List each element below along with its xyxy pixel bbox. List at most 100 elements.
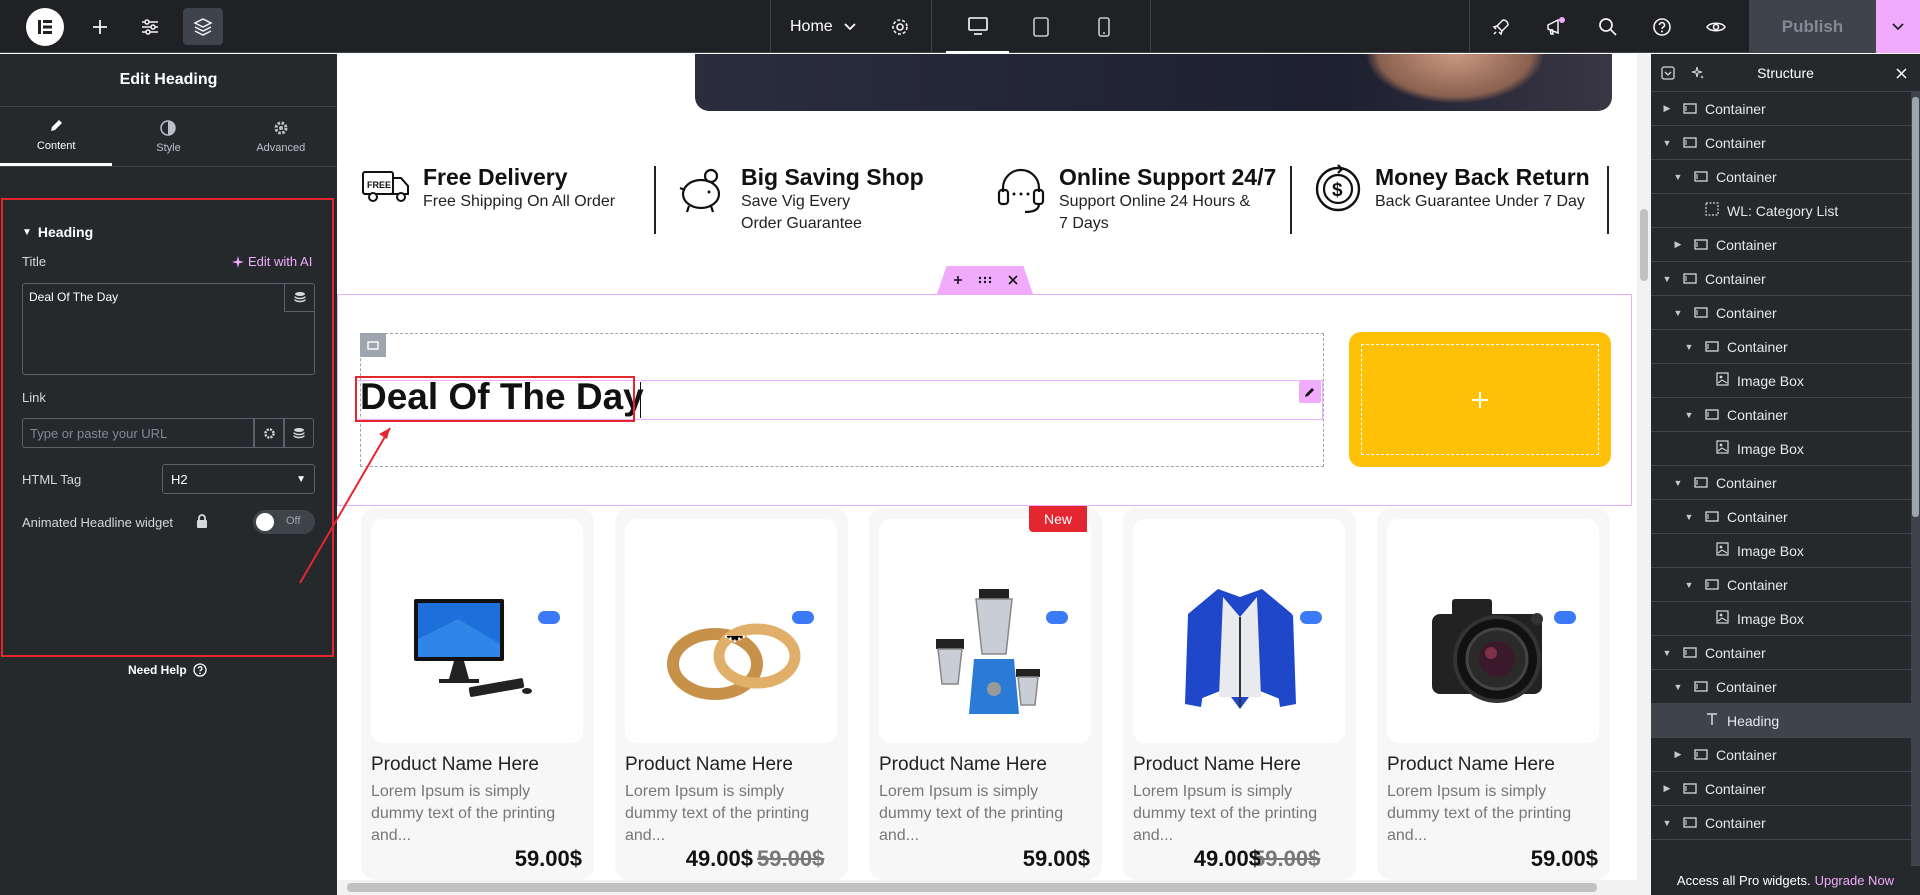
caret-down-icon[interactable]: ▼ bbox=[1672, 172, 1684, 182]
structure-row[interactable]: ▶ Container bbox=[1651, 738, 1911, 772]
page-select[interactable]: Home bbox=[790, 0, 857, 53]
structure-row[interactable]: ▶ Container bbox=[1651, 228, 1911, 262]
caret-down-icon[interactable]: ▼ bbox=[1661, 648, 1673, 658]
caret-right-icon[interactable]: ▶ bbox=[1672, 239, 1684, 250]
yellow-container[interactable] bbox=[1349, 332, 1611, 467]
help-button[interactable] bbox=[1642, 0, 1682, 53]
hero-image-detail bbox=[1365, 54, 1545, 104]
caret-down-icon[interactable]: ▼ bbox=[1672, 682, 1684, 692]
structure-row[interactable]: Image Box bbox=[1651, 432, 1911, 466]
color-swatch[interactable] bbox=[792, 611, 814, 624]
tab-content[interactable]: Content bbox=[0, 107, 113, 166]
preview-button[interactable] bbox=[1696, 0, 1736, 53]
caret-down-icon[interactable]: ▼ bbox=[1683, 342, 1695, 352]
caret-down-icon[interactable]: ▼ bbox=[1672, 478, 1684, 488]
launch-button[interactable] bbox=[1481, 0, 1521, 53]
product-name[interactable]: Product Name Here bbox=[625, 754, 793, 776]
scrollbar-thumb[interactable] bbox=[347, 883, 1597, 892]
close-icon[interactable] bbox=[1896, 68, 1907, 79]
container-handle[interactable] bbox=[937, 266, 1033, 294]
ai-sparkle-icon[interactable] bbox=[1691, 66, 1705, 80]
elementor-logo-button[interactable] bbox=[26, 8, 64, 46]
edit-heading-button[interactable] bbox=[1299, 381, 1321, 403]
tab-advanced[interactable]: Advanced bbox=[225, 107, 337, 166]
svg-text:FREE: FREE bbox=[367, 180, 391, 190]
structure-row[interactable]: ▼ Container bbox=[1651, 636, 1911, 670]
structure-scrollbar[interactable] bbox=[1911, 92, 1920, 866]
search-button[interactable] bbox=[1588, 0, 1628, 53]
color-swatch[interactable] bbox=[1300, 611, 1322, 624]
structure-row[interactable]: Heading bbox=[1651, 704, 1911, 738]
caret-down-icon[interactable]: ▼ bbox=[1672, 308, 1684, 318]
mobile-view-button[interactable] bbox=[1072, 0, 1135, 53]
collapse-all-icon[interactable] bbox=[1661, 66, 1675, 80]
caret-down-icon[interactable]: ▼ bbox=[1661, 138, 1673, 148]
structure-row[interactable]: ▼ Container bbox=[1651, 262, 1911, 296]
structure-row[interactable]: ▼ Container bbox=[1651, 126, 1911, 160]
drag-handle-icon[interactable] bbox=[978, 276, 992, 284]
need-help-link[interactable]: Need Help bbox=[128, 663, 207, 677]
dynamic-tags-button[interactable] bbox=[284, 284, 314, 312]
color-swatch[interactable] bbox=[1046, 611, 1068, 624]
close-icon[interactable] bbox=[1007, 275, 1018, 285]
caret-right-icon[interactable]: ▶ bbox=[1661, 103, 1673, 114]
product-card[interactable]: Product Name Here Lorem Ipsum is simply … bbox=[1377, 508, 1610, 880]
structure-row[interactable]: ▼ Container bbox=[1651, 500, 1911, 534]
container-edit-handle[interactable] bbox=[360, 333, 386, 357]
structure-row[interactable]: ▼ Container bbox=[1651, 466, 1911, 500]
contrast-icon bbox=[160, 119, 177, 136]
caret-down-icon[interactable]: ▼ bbox=[1683, 410, 1695, 420]
caret-right-icon[interactable]: ▶ bbox=[1672, 749, 1684, 760]
page-name: Home bbox=[790, 17, 833, 35]
horizontal-scrollbar[interactable] bbox=[337, 880, 1637, 895]
structure-row[interactable]: Image Box bbox=[1651, 602, 1911, 636]
structure-row[interactable]: ▼ Container bbox=[1651, 296, 1911, 330]
structure-row[interactable]: ▼ Container bbox=[1651, 568, 1911, 602]
tab-style[interactable]: Style bbox=[112, 107, 224, 166]
product-card[interactable]: New Product Name Here Lorem Ipsum is sim… bbox=[869, 506, 1102, 880]
publish-button[interactable]: Publish bbox=[1749, 0, 1876, 53]
add-widget-placeholder[interactable] bbox=[1361, 344, 1599, 455]
color-swatch[interactable] bbox=[538, 611, 560, 624]
product-name[interactable]: Product Name Here bbox=[1387, 754, 1555, 776]
structure-toggle-button[interactable] bbox=[183, 8, 223, 45]
product-card[interactable]: Product Name Here Lorem Ipsum is simply … bbox=[615, 508, 848, 880]
site-settings-button[interactable] bbox=[130, 0, 170, 53]
desktop-view-button[interactable] bbox=[946, 0, 1009, 53]
caret-right-icon[interactable]: ▶ bbox=[1661, 783, 1673, 794]
structure-row[interactable]: ▼ Container bbox=[1651, 806, 1911, 840]
scrollbar-thumb[interactable] bbox=[1640, 209, 1648, 281]
link-options-button[interactable] bbox=[254, 418, 284, 448]
caret-down-icon[interactable]: ▼ bbox=[1661, 818, 1673, 828]
product-card[interactable]: Product Name Here Lorem Ipsum is simply … bbox=[1123, 508, 1356, 880]
link-url-input[interactable]: Type or paste your URL bbox=[22, 418, 254, 448]
structure-row[interactable]: Image Box bbox=[1651, 364, 1911, 398]
structure-row[interactable]: ▼ Container bbox=[1651, 398, 1911, 432]
caret-down-icon[interactable]: ▼ bbox=[1661, 274, 1673, 284]
page-settings-button[interactable] bbox=[880, 0, 920, 53]
section-toggle-heading[interactable]: ▼ Heading bbox=[22, 224, 93, 240]
structure-row[interactable]: ▶ Container bbox=[1651, 92, 1911, 126]
add-element-button[interactable] bbox=[80, 0, 120, 53]
whats-new-button[interactable] bbox=[1535, 0, 1575, 53]
caret-down-icon[interactable]: ▼ bbox=[1683, 580, 1695, 590]
scrollbar-thumb[interactable] bbox=[1912, 97, 1919, 517]
product-name[interactable]: Product Name Here bbox=[1133, 754, 1301, 776]
structure-row[interactable]: ▶ Container bbox=[1651, 772, 1911, 806]
edit-with-ai-button[interactable]: Edit with AI bbox=[232, 254, 312, 269]
structure-row[interactable]: Image Box bbox=[1651, 534, 1911, 568]
product-name[interactable]: Product Name Here bbox=[371, 754, 539, 776]
structure-row[interactable]: ▼ Container bbox=[1651, 330, 1911, 364]
upgrade-now-link[interactable]: Upgrade Now bbox=[1815, 873, 1895, 888]
structure-row[interactable]: ▼ Container bbox=[1651, 670, 1911, 704]
product-name[interactable]: Product Name Here bbox=[879, 754, 1047, 776]
structure-row[interactable]: ▼ Container bbox=[1651, 160, 1911, 194]
publish-options-button[interactable] bbox=[1876, 0, 1920, 53]
vertical-scrollbar[interactable] bbox=[1637, 54, 1651, 895]
tablet-view-button[interactable] bbox=[1009, 0, 1072, 53]
caret-down-icon[interactable]: ▼ bbox=[1683, 512, 1695, 522]
title-textarea[interactable]: Deal Of The Day bbox=[22, 283, 315, 375]
structure-row[interactable]: WL: Category List bbox=[1651, 194, 1911, 228]
plus-icon[interactable] bbox=[953, 275, 963, 285]
color-swatch[interactable] bbox=[1554, 611, 1576, 624]
